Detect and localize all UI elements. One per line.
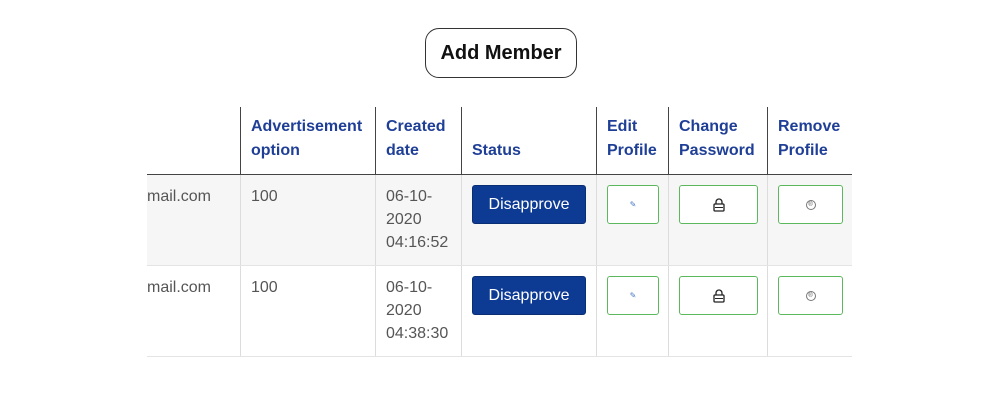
lock-icon (712, 198, 725, 212)
header-remove-profile: Remove Profile (778, 118, 841, 159)
email-cell: mail.com (147, 188, 212, 205)
header-change-password: Change Password (679, 118, 755, 159)
remove-profile-button[interactable]: ® (778, 185, 843, 224)
header-edit-profile: Edit Profile (607, 118, 657, 159)
header-status: Status (472, 142, 521, 159)
header-created-date: Created date (386, 118, 446, 159)
header-advertisement-option: Advertisement option (251, 118, 363, 159)
table-row: mail.com 100 06-10- 2020 04:16:52 Disapp… (147, 175, 852, 266)
pencil-icon: ✎ (629, 199, 637, 209)
disapprove-button[interactable]: Disapprove (472, 276, 586, 315)
lock-icon (712, 289, 725, 303)
created-year: 2020 (386, 302, 422, 319)
created-date-cell: 06-10- 2020 04:38:30 (375, 266, 461, 356)
advertisement-cell: 100 (251, 188, 278, 205)
table-row: mail.com 100 06-10- 2020 04:38:30 Disapp… (147, 266, 852, 357)
created-date: 06-10- (386, 279, 433, 296)
remove-icon: ® (805, 290, 816, 301)
created-time: 04:38:30 (386, 325, 449, 342)
created-date-cell: 06-10- 2020 04:16:52 (375, 175, 461, 265)
edit-profile-button[interactable]: ✎ (607, 185, 659, 224)
advertisement-cell: 100 (251, 279, 278, 296)
remove-icon: ® (805, 199, 816, 210)
created-time: 04:16:52 (386, 234, 449, 251)
edit-profile-button[interactable]: ✎ (607, 276, 659, 315)
created-date: 06-10- (386, 188, 433, 205)
disapprove-button[interactable]: Disapprove (472, 185, 586, 224)
change-password-button[interactable] (679, 185, 758, 224)
members-table: Advertisement option Created date Status… (147, 107, 852, 357)
table-header: Advertisement option Created date Status… (147, 107, 852, 175)
add-member-button[interactable]: Add Member (425, 28, 577, 78)
created-year: 2020 (386, 211, 422, 228)
pencil-icon: ✎ (629, 290, 637, 300)
header-email (147, 107, 240, 174)
email-cell: mail.com (147, 279, 212, 296)
remove-profile-button[interactable]: ® (778, 276, 843, 315)
change-password-button[interactable] (679, 276, 758, 315)
